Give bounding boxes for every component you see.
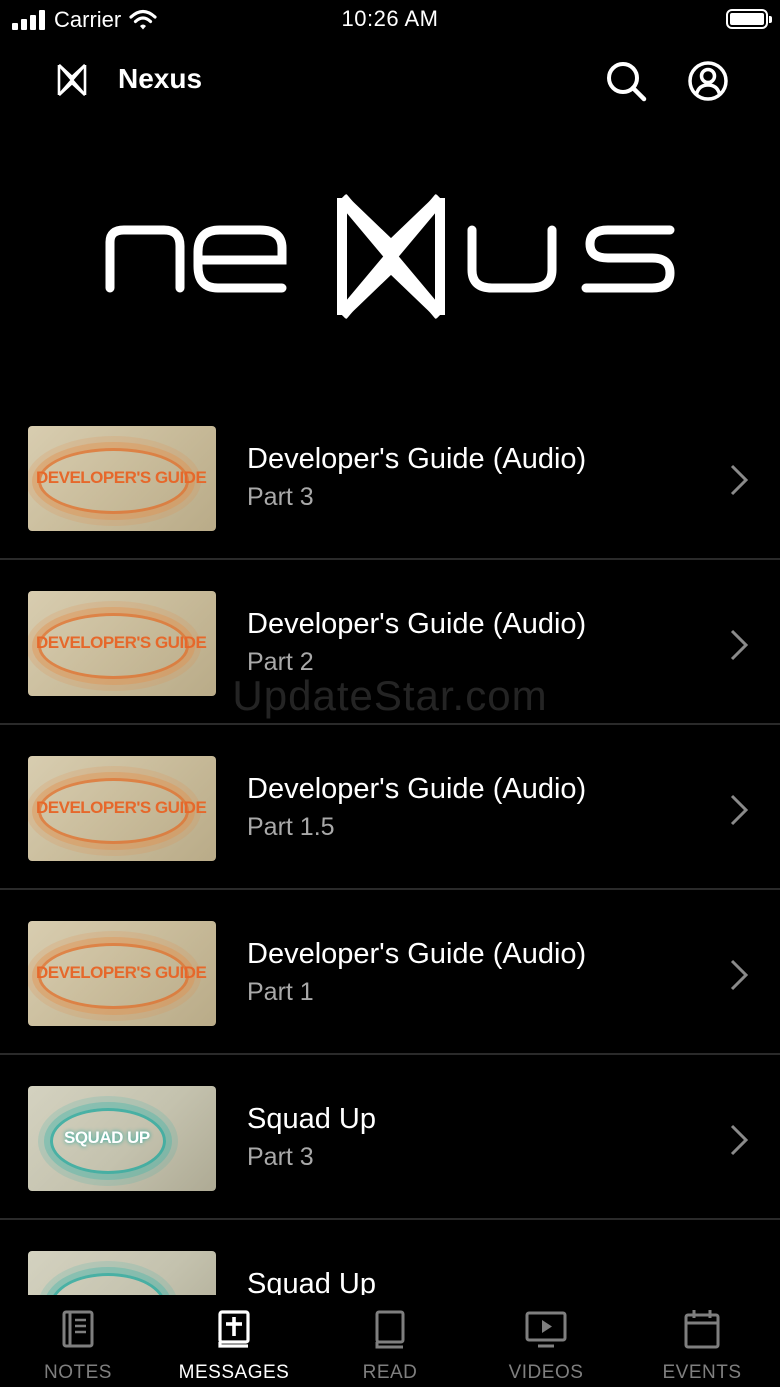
tab-videos[interactable]: VIDEOS	[468, 1295, 624, 1387]
message-subtitle: Part 1	[247, 978, 314, 1006]
chevron-right-icon	[730, 629, 749, 661]
message-subtitle: Part 3	[247, 483, 314, 511]
message-subtitle: Part 3	[247, 1143, 314, 1171]
tab-notes[interactable]: NOTES	[0, 1295, 156, 1387]
message-title: Squad Up	[247, 1268, 376, 1295]
list-item[interactable]: SQUAD UP Squad Up Part 3	[0, 1055, 780, 1220]
notes-icon	[62, 1310, 94, 1348]
search-icon[interactable]	[604, 59, 648, 103]
list-item[interactable]: DEVELOPER'S GUIDE Developer's Guide (Aud…	[0, 725, 780, 890]
book-icon	[375, 1310, 405, 1349]
tab-label: EVENTS	[662, 1362, 742, 1383]
nexus-logo-icon	[57, 64, 87, 96]
chevron-right-icon	[730, 1124, 749, 1156]
message-thumbnail: SQUAD UP	[28, 1086, 216, 1191]
message-subtitle: Part 1.5	[247, 813, 335, 841]
message-title: Developer's Guide (Audio)	[247, 443, 587, 475]
list-item[interactable]: Squad Up	[0, 1220, 780, 1295]
chevron-right-icon	[730, 959, 749, 991]
top-nav-bar: Nexus	[0, 45, 780, 115]
battery-icon	[726, 9, 772, 29]
tab-messages[interactable]: MESSAGES	[156, 1295, 312, 1387]
bottom-tab-bar: NOTES MESSAGES READ VIDEOS EVENTS	[0, 1295, 780, 1387]
chevron-right-icon	[730, 464, 749, 496]
message-thumbnail	[28, 1251, 216, 1295]
tab-label: VIDEOS	[508, 1362, 584, 1383]
tab-events[interactable]: EVENTS	[624, 1295, 780, 1387]
app-title: Nexus	[118, 63, 203, 94]
message-thumbnail: DEVELOPER'S GUIDE	[28, 921, 216, 1026]
message-list: DEVELOPER'S GUIDE Developer's Guide (Aud…	[0, 395, 780, 1295]
thumbnail-text: DEVELOPER'S GUIDE	[36, 798, 207, 817]
thumbnail-text: SQUAD UP	[64, 1128, 150, 1147]
messages-icon	[218, 1310, 250, 1348]
status-time: 10:26 AM	[341, 6, 439, 31]
message-title: Developer's Guide (Audio)	[247, 608, 587, 640]
tab-label: MESSAGES	[178, 1362, 290, 1383]
calendar-icon	[684, 1310, 720, 1349]
thumbnail-text: DEVELOPER'S GUIDE	[36, 468, 207, 487]
video-icon	[525, 1311, 567, 1348]
message-title: Developer's Guide (Audio)	[247, 773, 587, 805]
tab-label: NOTES	[44, 1362, 112, 1383]
watermark-text: UpdateStar.com	[232, 672, 548, 719]
thumbnail-text: DEVELOPER'S GUIDE	[36, 633, 207, 652]
nexus-wordmark-logo	[105, 194, 675, 319]
message-title: Squad Up	[247, 1103, 376, 1135]
status-bar: Carrier 10:26 AM	[0, 0, 780, 40]
message-thumbnail: DEVELOPER'S GUIDE	[28, 756, 216, 861]
tab-label: READ	[362, 1362, 418, 1383]
thumbnail-text: DEVELOPER'S GUIDE	[36, 963, 207, 982]
account-icon[interactable]	[686, 59, 730, 103]
list-item[interactable]: DEVELOPER'S GUIDE Developer's Guide (Aud…	[0, 890, 780, 1055]
tab-read[interactable]: READ	[312, 1295, 468, 1387]
message-title: Developer's Guide (Audio)	[247, 938, 587, 970]
list-item[interactable]: DEVELOPER'S GUIDE Developer's Guide (Aud…	[0, 395, 780, 560]
chevron-right-icon	[730, 794, 749, 826]
message-thumbnail: DEVELOPER'S GUIDE	[28, 426, 216, 531]
